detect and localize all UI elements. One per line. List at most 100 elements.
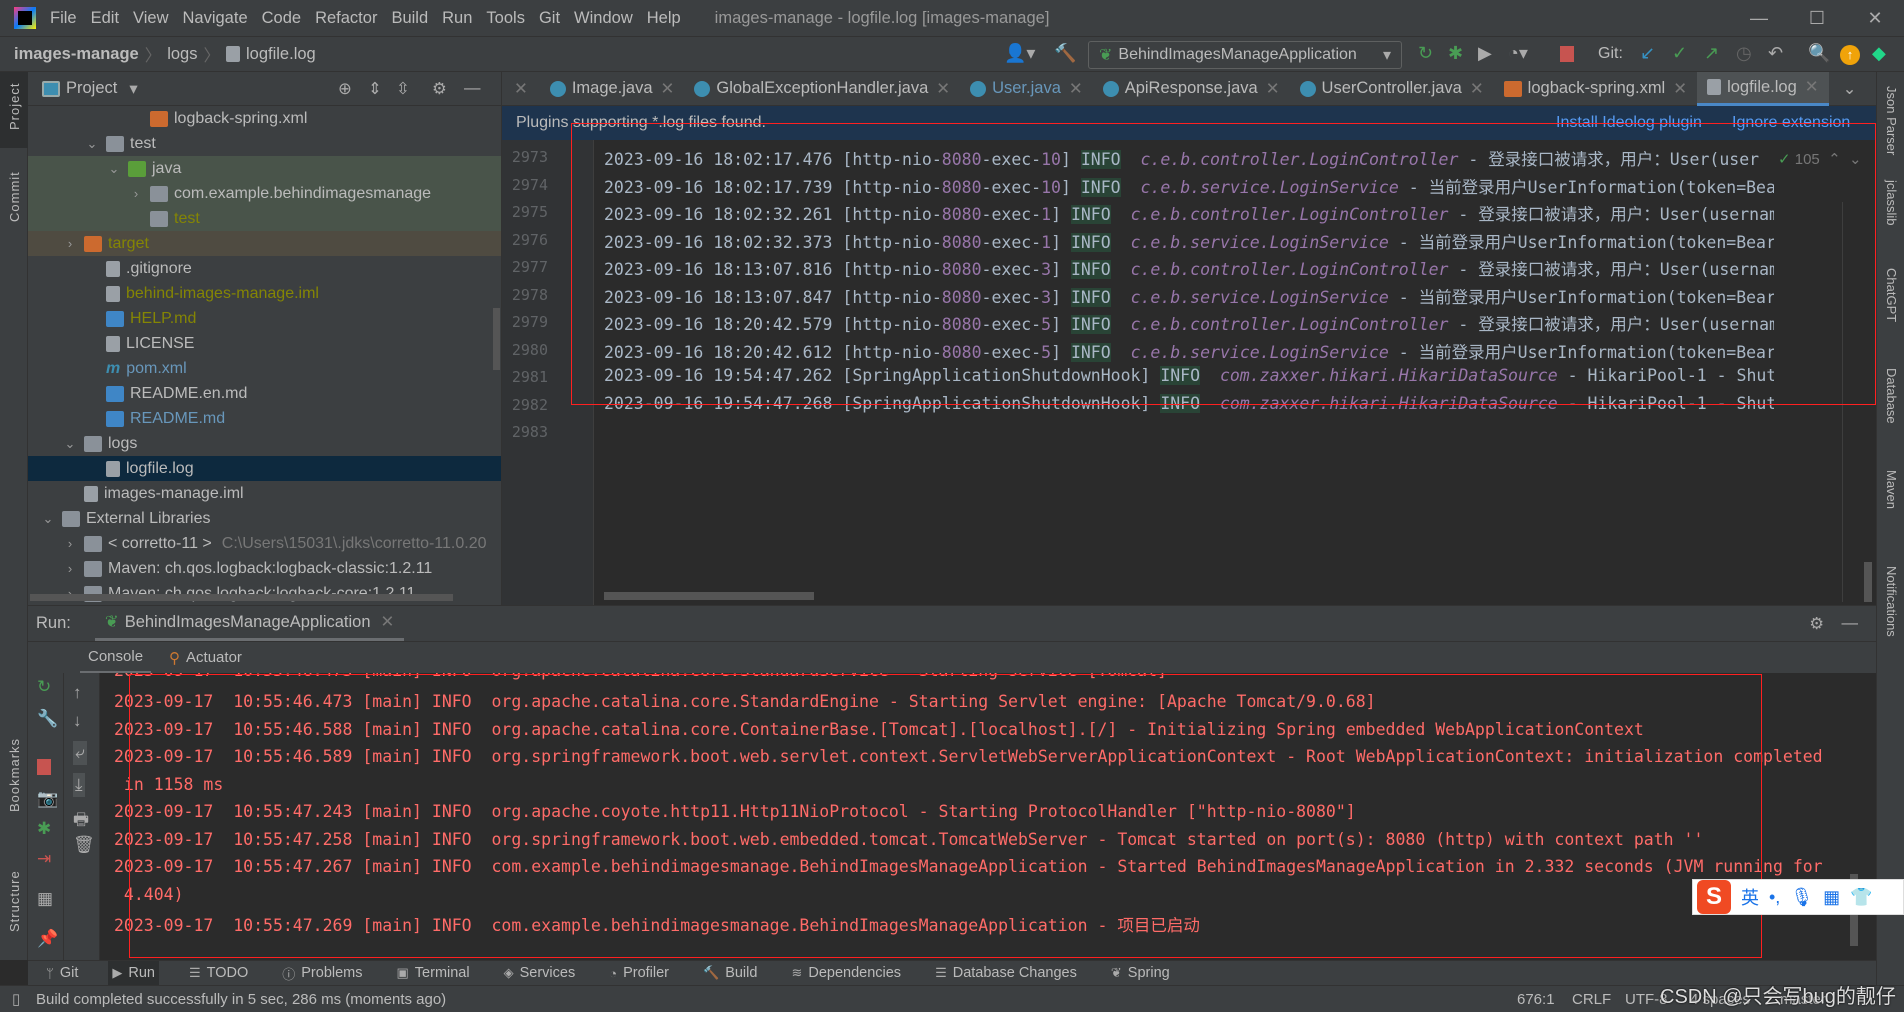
profile-icon[interactable]: ◔▾ xyxy=(1508,43,1528,64)
search-icon[interactable]: 🔍 xyxy=(1808,43,1830,64)
tree-item[interactable]: README.md xyxy=(28,406,501,431)
tool-tab-todo[interactable]: ☰ TODO xyxy=(185,961,252,986)
up-arrow-icon[interactable]: ↑ xyxy=(73,683,82,703)
stop-icon[interactable] xyxy=(1560,46,1574,62)
debug-icon[interactable]: ✱ xyxy=(1448,43,1463,64)
tool-tab-database-changes[interactable]: ☰ Database Changes xyxy=(931,961,1081,986)
expand-all-icon[interactable]: ⇕ xyxy=(368,79,382,99)
tool-window-json-parser[interactable]: Json Parser xyxy=(1884,86,1899,155)
panel-toggle-icon[interactable]: ▯ xyxy=(12,990,20,1008)
tool-tab-git[interactable]: ᛘ Git xyxy=(42,961,82,986)
tool-tab-problems[interactable]: ⓘ Problems xyxy=(278,961,366,986)
hide-panel-icon[interactable]: — xyxy=(464,79,481,98)
print-icon[interactable]: 🖶 xyxy=(73,807,89,836)
minimize-button[interactable]: — xyxy=(1730,0,1788,36)
chevron-down-icon[interactable]: ⌄ xyxy=(40,511,56,527)
stop-icon[interactable] xyxy=(37,759,51,775)
tool-window-database[interactable]: Database xyxy=(1884,368,1899,424)
tool-tab-profiler[interactable]: ◔ Profiler xyxy=(605,961,673,986)
tree-item[interactable]: images-manage.iml xyxy=(28,481,501,506)
run-tab[interactable]: ❦ BehindImagesManageApplication ✕ xyxy=(94,606,405,641)
project-view-select[interactable]: Project xyxy=(66,79,117,98)
keyboard-icon[interactable]: ▦ xyxy=(1823,887,1840,908)
next-highlight-icon[interactable]: ⌄ xyxy=(1849,151,1862,168)
punctuation-icon[interactable]: •, xyxy=(1769,887,1780,908)
locate-icon[interactable]: ⊕ xyxy=(338,79,352,99)
tree-item[interactable]: .gitignore xyxy=(28,256,501,281)
git-update-icon[interactable]: ↙ xyxy=(1640,43,1655,64)
menu-navigate[interactable]: Navigate xyxy=(183,9,248,27)
build-hammer-icon[interactable]: 🔨 xyxy=(1054,43,1076,64)
tree-scrollbar[interactable] xyxy=(493,308,500,370)
user-icon[interactable]: 👤▾ xyxy=(1004,43,1035,64)
tree-item[interactable]: ⌄ test xyxy=(28,131,501,156)
tree-item[interactable]: m pom.xml xyxy=(28,356,501,381)
git-push-icon[interactable]: ↗ xyxy=(1704,43,1719,64)
ime-mode[interactable]: 英 xyxy=(1741,884,1759,910)
breadcrumb-file[interactable]: logfile.log xyxy=(246,45,316,64)
chevron-down-icon[interactable]: ⌄ xyxy=(84,136,100,152)
rollback-icon[interactable]: ↶ xyxy=(1768,43,1783,64)
menu-help[interactable]: Help xyxy=(647,9,681,27)
menu-window[interactable]: Window xyxy=(574,9,633,27)
menu-tools[interactable]: Tools xyxy=(486,9,525,27)
tree-item[interactable]: HELP.md xyxy=(28,306,501,331)
status-message[interactable]: Build completed successfully in 5 sec, 2… xyxy=(36,991,446,1008)
toolbox-icon[interactable]: ◆ xyxy=(1872,43,1886,64)
tree-h-scrollbar[interactable] xyxy=(30,594,453,601)
run-settings-gear-icon[interactable]: ⚙ xyxy=(1809,614,1824,634)
git-history-icon[interactable]: ◷ xyxy=(1736,43,1752,64)
prev-highlight-icon[interactable]: ⌃ xyxy=(1828,151,1841,168)
git-commit-icon[interactable]: ✓ xyxy=(1672,43,1687,64)
update-icon[interactable]: ↑ xyxy=(1840,45,1860,65)
caret-position[interactable]: 676:1 xyxy=(1517,991,1555,1008)
tool-tab-spring[interactable]: ❦ Spring xyxy=(1107,961,1174,986)
menu-file[interactable]: File xyxy=(50,9,77,27)
scroll-to-end-icon[interactable]: ⤓ xyxy=(73,773,85,797)
down-arrow-icon[interactable]: ↓ xyxy=(73,711,82,731)
tree-item[interactable]: logback-spring.xml xyxy=(28,106,501,131)
dump-threads-camera-icon[interactable]: 📷 xyxy=(37,789,58,809)
tool-window-project[interactable]: Project xyxy=(7,83,22,130)
tool-tab-run[interactable]: ▶ Run xyxy=(108,960,159,986)
run-configuration-select[interactable]: ❦ BehindImagesManageApplication ▾ xyxy=(1088,41,1402,69)
tool-tab-build[interactable]: 🔨 Build xyxy=(699,961,761,986)
tree-item[interactable]: logfile.log xyxy=(28,456,501,481)
menu-view[interactable]: View xyxy=(133,9,168,27)
line-separator[interactable]: CRLF xyxy=(1572,991,1611,1008)
chevron-down-icon[interactable]: ⌄ xyxy=(106,161,122,177)
tool-window-chatgpt[interactable]: ChatGPT xyxy=(1884,268,1899,322)
menu-git[interactable]: Git xyxy=(539,9,560,27)
tool-window-structure[interactable]: Structure xyxy=(7,870,22,932)
tool-window-jclasslib[interactable]: jclasslib xyxy=(1884,180,1899,226)
menu-code[interactable]: Code xyxy=(262,9,301,27)
close-run-tab-icon[interactable]: ✕ xyxy=(381,612,395,632)
tree-item[interactable]: test xyxy=(28,206,501,231)
tree-item[interactable]: › Maven: ch.qos.logback:logback-classic:1… xyxy=(28,556,501,581)
chevron-down-icon[interactable]: ⌄ xyxy=(62,436,78,452)
close-window-button[interactable]: ✕ xyxy=(1846,0,1904,36)
tool-window-commit[interactable]: Commit xyxy=(7,171,22,222)
collapse-all-icon[interactable]: ⇳ xyxy=(396,79,410,99)
tool-tab-services[interactable]: ◈ Services xyxy=(500,961,580,986)
chevron-right-icon[interactable]: › xyxy=(62,536,78,551)
editor-h-scrollbar[interactable] xyxy=(604,592,814,600)
tool-window-bookmarks[interactable]: Bookmarks xyxy=(7,738,22,812)
breadcrumb-project[interactable]: images-manage xyxy=(14,45,139,64)
tree-item[interactable]: ⌄ java xyxy=(28,156,501,181)
clear-trash-icon[interactable]: 🗑 xyxy=(73,835,95,855)
actuator-tab[interactable]: Actuator xyxy=(186,649,242,666)
tree-item[interactable]: › com.example.behindimagesmanage xyxy=(28,181,501,206)
console-tab[interactable]: Console xyxy=(80,642,152,673)
soft-wrap-icon[interactable]: ⤶ xyxy=(73,741,87,765)
hide-run-icon[interactable]: — xyxy=(1842,614,1859,633)
layout-icon[interactable]: ▦ xyxy=(37,889,53,909)
modify-config-wrench-icon[interactable]: 🔧 xyxy=(37,709,58,729)
chevron-right-icon[interactable]: › xyxy=(62,561,78,576)
coverage-icon[interactable]: ▶ xyxy=(1478,43,1492,64)
pin-icon[interactable]: 📌 xyxy=(37,929,58,949)
breadcrumb-logs[interactable]: logs xyxy=(167,45,197,64)
skin-icon[interactable]: 👕 xyxy=(1850,887,1872,908)
debug-icon[interactable]: ✱ xyxy=(37,819,51,839)
editor-v-scrollbar[interactable] xyxy=(1864,562,1872,602)
